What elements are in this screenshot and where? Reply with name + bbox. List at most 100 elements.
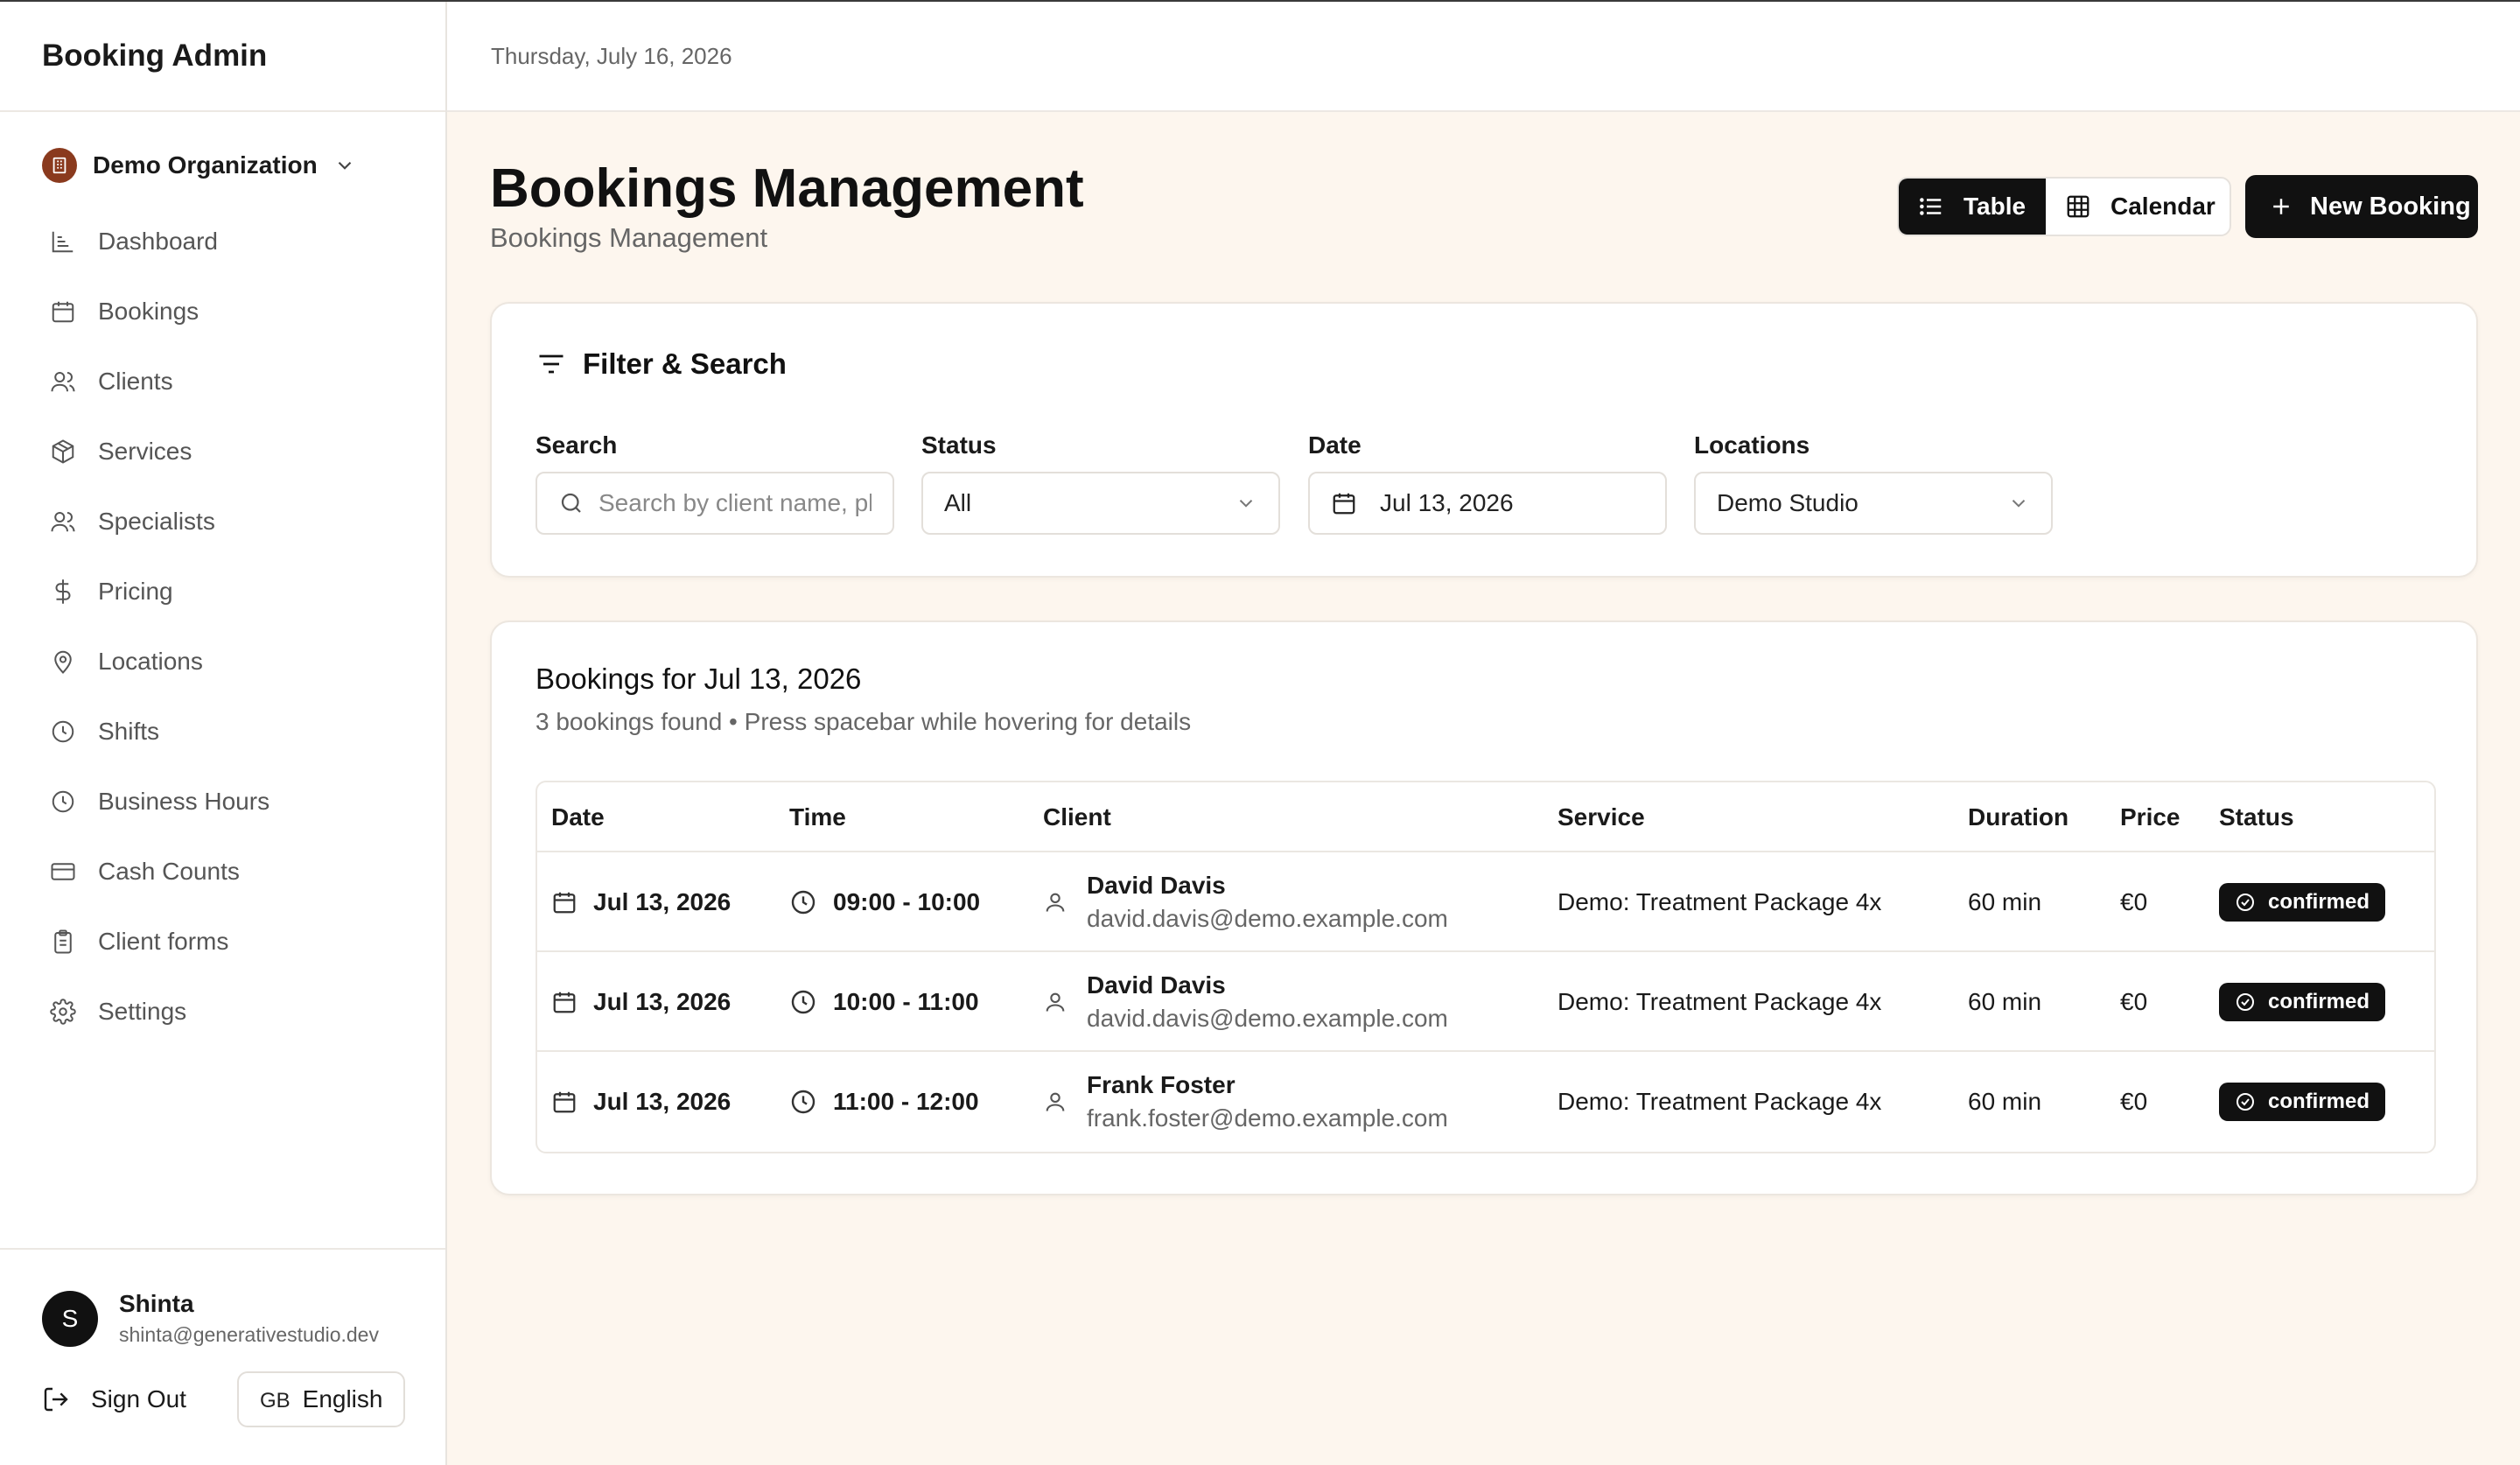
current-date: Thursday, July 16, 2026 xyxy=(491,42,732,69)
check-circle-icon xyxy=(2235,892,2256,913)
sidebar-item-specialists[interactable]: Specialists xyxy=(0,487,445,557)
status-cell: confirmed xyxy=(2219,852,2386,952)
client-email: frank.foster@demo.example.com xyxy=(1087,1104,1448,1132)
page-header: Bookings Management Bookings Management xyxy=(490,158,1084,254)
clock-icon xyxy=(49,718,77,746)
column-duration[interactable]: Duration xyxy=(1968,782,2068,852)
sidebar-item-client-forms[interactable]: Client forms xyxy=(0,907,445,977)
sidebar-item-business-hours[interactable]: Business Hours xyxy=(0,767,445,837)
gear-icon xyxy=(49,998,77,1026)
plus-icon xyxy=(2268,193,2294,220)
filter-card: Filter & Search Search Search by client … xyxy=(490,302,2478,578)
table-row[interactable]: Jul 13, 2026 10:00 - 11:00 David Davis d… xyxy=(537,952,2434,1052)
language-label: English xyxy=(302,1385,383,1412)
sidebar-item-label: Locations xyxy=(98,648,203,675)
time-text: 10:00 - 11:00 xyxy=(833,988,979,1015)
app-title: Booking Admin xyxy=(42,39,268,73)
sidebar-item-bookings[interactable]: Bookings xyxy=(0,277,445,347)
search-input[interactable]: Search by client name, phone or email xyxy=(536,472,894,535)
organization-switcher[interactable]: Demo Organization xyxy=(0,135,445,196)
row-date: Jul 13, 2026 xyxy=(551,1052,731,1152)
sidebar-item-label: Specialists xyxy=(98,508,215,535)
status-cell: confirmed xyxy=(2219,1052,2386,1152)
credit-card-icon xyxy=(49,858,77,886)
status-select[interactable]: All xyxy=(921,472,1280,535)
column-service[interactable]: Service xyxy=(1558,782,1645,852)
price-cell: €0 xyxy=(2120,1088,2148,1115)
new-booking-button[interactable]: New Booking xyxy=(2245,175,2478,238)
column-time[interactable]: Time xyxy=(789,782,846,852)
column-price[interactable]: Price xyxy=(2120,782,2180,852)
client-email: david.davis@demo.example.com xyxy=(1087,905,1448,932)
sidebar-item-label: Clients xyxy=(98,368,173,395)
sidebar-item-label: Bookings xyxy=(98,298,200,325)
locations-select[interactable]: Demo Studio xyxy=(1694,472,2053,535)
sidebar-item-shifts[interactable]: Shifts xyxy=(0,697,445,767)
user-icon xyxy=(1043,1090,1068,1114)
status-value: All xyxy=(944,489,972,516)
sidebar-nav: Dashboard Bookings Clients Services Spec… xyxy=(0,207,445,1047)
language-button[interactable]: GB English xyxy=(236,1371,406,1427)
table-view-button[interactable]: Table xyxy=(1899,179,2046,235)
chevron-down-icon xyxy=(2007,492,2030,515)
sidebar-item-clients[interactable]: Clients xyxy=(0,347,445,417)
column-date[interactable]: Date xyxy=(551,782,605,852)
building-icon xyxy=(42,148,77,183)
locations-value: Demo Studio xyxy=(1717,489,1858,516)
date-value: Jul 13, 2026 xyxy=(1380,489,1514,516)
sign-out-label: Sign Out xyxy=(91,1385,186,1412)
duration-cell: 60 min xyxy=(1968,1088,2042,1115)
table-row[interactable]: Jul 13, 2026 09:00 - 10:00 David Davis d… xyxy=(537,852,2434,952)
organization-name: Demo Organization xyxy=(93,151,318,179)
clock-icon xyxy=(789,988,817,1016)
date-picker[interactable]: Jul 13, 2026 xyxy=(1308,472,1667,535)
user-name: Shinta xyxy=(119,1290,194,1317)
avatar: S xyxy=(42,1290,98,1347)
client-name: Frank Foster xyxy=(1087,1071,1236,1098)
sidebar-item-settings[interactable]: Settings xyxy=(0,977,445,1047)
sidebar-item-label: Client forms xyxy=(98,928,229,955)
duration-cell: 60 min xyxy=(1968,988,2042,1015)
locations-label: Locations xyxy=(1694,431,1810,459)
status-badge: confirmed xyxy=(2219,883,2386,922)
sidebar-item-locations[interactable]: Locations xyxy=(0,627,445,697)
sidebar-item-cash-counts[interactable]: Cash Counts xyxy=(0,837,445,907)
sidebar-item-dashboard[interactable]: Dashboard xyxy=(0,207,445,277)
calendar-icon xyxy=(551,1089,578,1115)
column-client[interactable]: Client xyxy=(1043,782,1111,852)
sidebar-item-pricing[interactable]: Pricing xyxy=(0,557,445,627)
time-text: 09:00 - 10:00 xyxy=(833,888,981,915)
sign-out-button[interactable]: Sign Out xyxy=(42,1385,186,1413)
clock-icon xyxy=(49,788,77,816)
sidebar: Booking Admin Demo Organization Dashboar… xyxy=(0,2,447,1465)
check-circle-icon xyxy=(2235,1091,2256,1112)
clipboard-icon xyxy=(49,928,77,956)
price-cell: €0 xyxy=(2120,988,2148,1015)
column-status[interactable]: Status xyxy=(2219,782,2294,852)
bookings-subtitle: 3 bookings found • Press spacebar while … xyxy=(536,708,1192,735)
chevron-down-icon xyxy=(1235,492,1257,515)
users-icon xyxy=(49,508,77,536)
row-date: Jul 13, 2026 xyxy=(551,852,731,952)
client-name: David Davis xyxy=(1087,872,1226,899)
status-text: confirmed xyxy=(2268,990,2370,1013)
sidebar-item-services[interactable]: Services xyxy=(0,417,445,487)
sidebar-footer: S Shinta shinta@generativestudio.dev Sig… xyxy=(0,1248,445,1465)
sidebar-header: Booking Admin xyxy=(0,2,445,112)
row-client: David Davis david.davis@demo.example.com xyxy=(1043,952,1448,1052)
filter-header: Filter & Search xyxy=(536,347,787,381)
sidebar-item-label: Services xyxy=(98,438,192,465)
status-text: confirmed xyxy=(2268,890,2370,914)
table-row[interactable]: Jul 13, 2026 11:00 - 12:00 Frank Foster … xyxy=(537,1052,2434,1152)
clock-icon xyxy=(789,1088,817,1116)
search-filter: Search Search by client name, phone or e… xyxy=(536,431,894,535)
sidebar-item-label: Business Hours xyxy=(98,788,270,815)
check-circle-icon xyxy=(2235,992,2256,1013)
sidebar-item-label: Dashboard xyxy=(98,228,218,255)
package-icon xyxy=(49,438,77,466)
calendar-view-button[interactable]: Calendar xyxy=(2046,179,2216,235)
service-cell: Demo: Treatment Package 4x xyxy=(1558,988,1882,1015)
row-time: 09:00 - 10:00 xyxy=(789,852,980,952)
row-client: David Davis david.davis@demo.example.com xyxy=(1043,852,1448,952)
bookings-card: Bookings for Jul 13, 2026 3 bookings fou… xyxy=(490,620,2478,1195)
